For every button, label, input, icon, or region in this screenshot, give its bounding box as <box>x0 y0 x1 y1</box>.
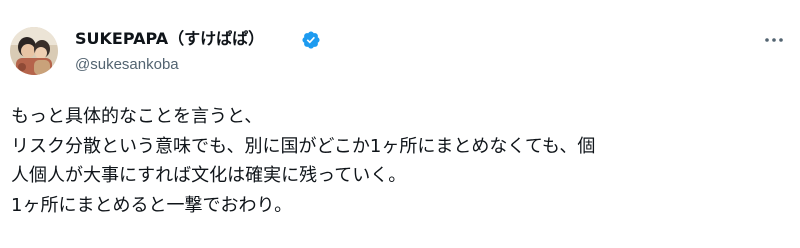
profile-photo-icon <box>10 27 58 75</box>
verified-badge-icon <box>302 31 320 49</box>
more-options-button[interactable] <box>760 30 788 50</box>
tweet-text: もっと具体的なことを言うと、 リスク分散という意味でも、別に国がどこか1ヶ所にま… <box>11 102 796 220</box>
more-horizontal-icon <box>765 38 783 42</box>
author-handle[interactable]: @sukesankoba <box>75 55 179 75</box>
tweet-card: SUKEPAPA（すけぱぱ） @sukesankoba もっと具体的なことを言う… <box>0 0 800 248</box>
avatar[interactable] <box>10 27 58 75</box>
author-display-name[interactable]: SUKEPAPA（すけぱぱ） <box>75 29 264 49</box>
tweet-text-line: リスク分散という意味でも、別に国がどこか1ヶ所にまとめなくても、個 <box>11 135 596 157</box>
tweet-text-line: もっと具体的なことを言うと、 <box>11 106 263 127</box>
tweet-text-line: 人個人が大事にすれば文化は確実に残っていく。 <box>11 165 407 186</box>
tweet-text-line: 1ヶ所にまとめると一撃でおわり。 <box>11 194 293 216</box>
